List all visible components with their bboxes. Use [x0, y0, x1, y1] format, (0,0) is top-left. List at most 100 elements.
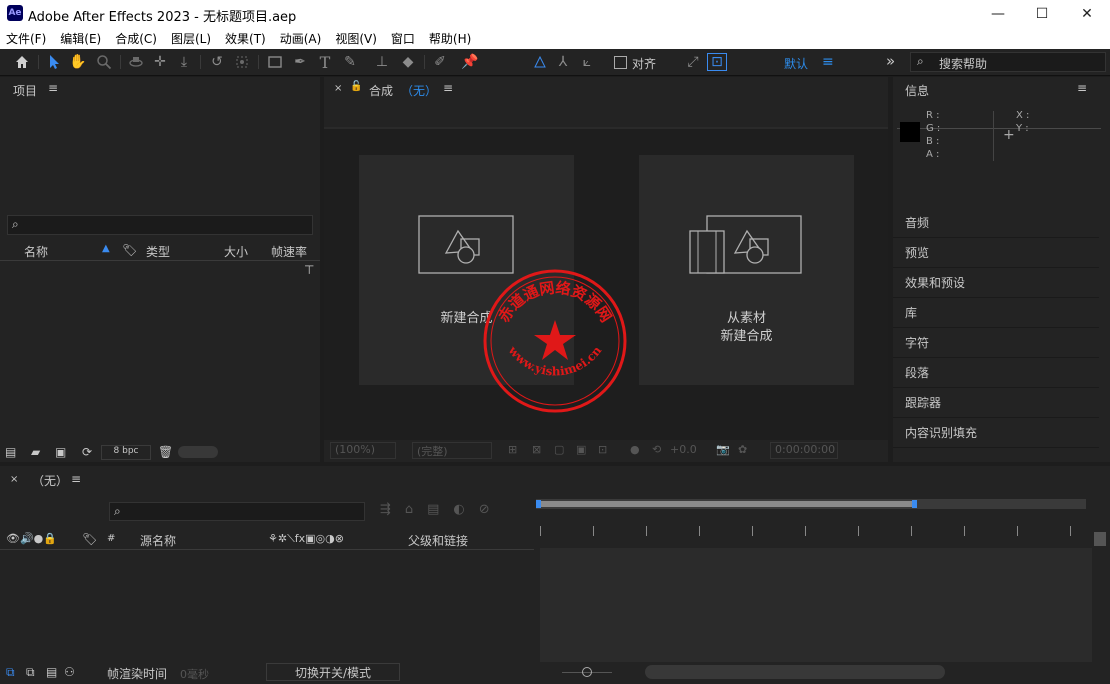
snapshot-icon[interactable]: 📷 [716, 443, 730, 456]
project-search-input[interactable]: ⌕ [7, 215, 313, 235]
panel-audio[interactable]: 音频 [893, 208, 1099, 238]
panel-preview[interactable]: 预览 [893, 238, 1099, 268]
label-tag-icon[interactable]: 🏷 [82, 532, 97, 546]
project-title[interactable]: 项目 [13, 82, 37, 99]
rectangle-tool-icon[interactable] [265, 53, 285, 71]
selection-tool-icon[interactable] [44, 53, 64, 71]
stack-icon[interactable]: ▤ [46, 665, 57, 679]
work-area-end[interactable] [912, 500, 917, 508]
channels-icon[interactable]: ● [630, 443, 640, 456]
time-navigator-icon[interactable] [1094, 532, 1106, 546]
menu-window[interactable]: 窗口 [391, 30, 415, 47]
zoom-tool-icon[interactable] [94, 53, 114, 71]
panel-tracker[interactable]: 跟踪器 [893, 388, 1099, 418]
flowchart-icon[interactable]: ⊤ [304, 263, 314, 277]
work-area-start[interactable] [536, 500, 541, 508]
axis-world-icon[interactable]: ⅄ [553, 53, 573, 71]
menu-composition[interactable]: 合成(C) [115, 30, 157, 47]
timecode-display[interactable]: 0:00:00:00 [770, 442, 838, 459]
column-size[interactable]: 大小 [224, 243, 248, 260]
axis-view-icon[interactable]: ⟀ [577, 53, 597, 71]
motion-blur-icon[interactable]: ⚇ [64, 665, 75, 679]
reset-exposure-icon[interactable]: ⟲ [652, 443, 661, 456]
menu-effect[interactable]: 效果(T) [225, 30, 266, 47]
close-button[interactable]: ✕ [1064, 0, 1110, 28]
panel-content-aware-fill[interactable]: 内容识别填充 [893, 418, 1099, 448]
work-area-bar[interactable] [536, 499, 1086, 509]
transparency-icon[interactable]: ⊠ [532, 443, 541, 456]
snap-feature-icon[interactable]: ⤢ [683, 53, 703, 71]
panel-paragraph[interactable]: 段落 [893, 358, 1099, 388]
comp-flow-icon[interactable]: ⧉ [6, 665, 15, 680]
zoom-dropdown[interactable]: (100%) [330, 442, 396, 459]
help-search-input[interactable]: ⌕ 搜索帮助 [910, 52, 1106, 72]
hand-tool-icon[interactable]: ✋ [68, 53, 88, 71]
rotate-tool-icon[interactable]: ↺ [207, 53, 227, 71]
lock-icon[interactable]: 🔓 [350, 81, 362, 92]
pan-behind-icon[interactable] [232, 53, 252, 71]
guides-icon[interactable]: ▣ [576, 443, 586, 456]
minimize-button[interactable]: — [975, 0, 1021, 28]
close-tab-icon[interactable]: × [334, 83, 342, 94]
home-icon[interactable] [12, 53, 32, 71]
time-ruler[interactable] [540, 526, 1086, 536]
dolly-camera-icon[interactable]: ⤓ [174, 53, 194, 71]
menu-view[interactable]: 视图(V) [335, 30, 377, 47]
timeline-title[interactable]: （无） [32, 472, 68, 489]
mask-icon[interactable]: ▢ [554, 443, 564, 456]
region-icon[interactable]: ⊞ [508, 443, 517, 456]
interpret-footage-icon[interactable]: ▤ [5, 445, 16, 459]
column-name[interactable]: 名称 [24, 243, 48, 260]
view-layout-icon[interactable]: ⊡ [598, 443, 607, 456]
menu-animation[interactable]: 动画(A) [280, 30, 322, 47]
new-comp-card[interactable]: 新建合成 [359, 155, 574, 385]
panel-library[interactable]: 库 [893, 298, 1099, 328]
project-scrollbar[interactable] [178, 446, 218, 458]
menu-edit[interactable]: 编辑(E) [60, 30, 101, 47]
panel-character[interactable]: 字符 [893, 328, 1099, 358]
zoom-slider-thumb[interactable] [582, 667, 592, 677]
pan-camera-icon[interactable]: ✛ [150, 53, 170, 71]
menu-file[interactable]: 文件(F) [6, 30, 46, 47]
comp-title[interactable]: 合成 [369, 82, 393, 99]
adjust-icon[interactable]: ⟳ [82, 445, 92, 459]
trash-icon[interactable]: 🗑 [158, 445, 173, 459]
eraser-tool-icon[interactable]: ◆ [398, 53, 418, 71]
av-switches-icon[interactable]: 👁🔊●🔒 [6, 532, 57, 545]
sort-ascending-icon[interactable]: ▲ [102, 243, 110, 254]
work-area-range[interactable] [539, 501, 913, 507]
label-tag-icon[interactable]: 🏷 [122, 243, 137, 257]
exposure-value[interactable]: +0.0 [670, 443, 697, 456]
snap-grid-icon[interactable]: ⊡ [707, 53, 727, 71]
comp-menu-icon[interactable]: ≡ [443, 81, 453, 95]
project-menu-icon[interactable]: ≡ [48, 81, 58, 95]
layer-flow-icon[interactable]: ⧉ [26, 665, 35, 680]
timeline-search-input[interactable]: ⌕ [109, 502, 365, 521]
menu-help[interactable]: 帮助(H) [429, 30, 471, 47]
info-title[interactable]: 信息 [905, 82, 929, 99]
source-name-header[interactable]: 源名称 [140, 532, 176, 549]
puppet-pin-icon[interactable]: 📌 [460, 53, 480, 71]
roto-brush-icon[interactable]: ✐ [430, 53, 450, 71]
parent-link-header[interactable]: 父级和链接 [408, 532, 468, 549]
workspace-default[interactable]: 默认 [784, 55, 808, 72]
timeline-menu-icon[interactable]: ≡ [71, 472, 81, 486]
panel-effects-presets[interactable]: 效果和预设 [893, 268, 1099, 298]
type-tool-icon[interactable]: T [315, 53, 335, 72]
show-snapshot-icon[interactable]: ✿ [738, 443, 747, 456]
bpc-button[interactable]: 8 bpc [101, 445, 151, 460]
maximize-button[interactable]: ☐ [1019, 0, 1065, 28]
workspace-menu-icon[interactable]: ≡ [822, 54, 834, 70]
snap-checkbox[interactable] [614, 56, 627, 69]
workspace-more-icon[interactable]: » [886, 52, 895, 70]
new-folder-icon[interactable]: ▰ [31, 445, 40, 459]
timeline-switches-icons[interactable]: ⇶⌂▤◐⊘ [380, 502, 504, 517]
clone-stamp-icon[interactable]: ⊥ [372, 53, 392, 71]
from-footage-card[interactable]: 从素材 新建合成 [639, 155, 854, 385]
orbit-camera-icon[interactable] [126, 53, 146, 71]
menu-layer[interactable]: 图层(L) [171, 30, 211, 47]
info-menu-icon[interactable]: ≡ [1077, 81, 1087, 95]
resolution-dropdown[interactable]: (完整) [412, 442, 492, 459]
close-tab-icon[interactable]: × [10, 474, 18, 485]
layer-switches-icon[interactable]: ⚘✲⟍fx▣◎◑⊗ [268, 532, 344, 546]
